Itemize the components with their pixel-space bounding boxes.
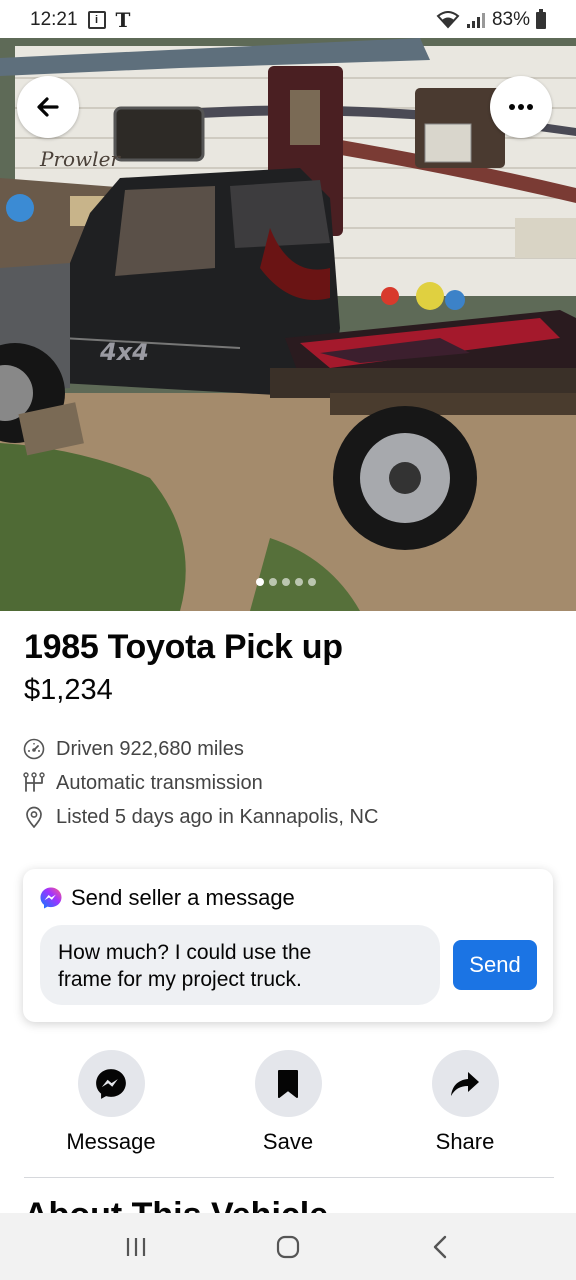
trailer-brand-text: Prowler	[39, 147, 121, 171]
send-seller-message-card: Send seller a message How much? I could …	[23, 869, 553, 1022]
listing-title: 1985 Toyota Pick up	[24, 628, 343, 666]
message-input-line: How much? I could use the	[58, 941, 312, 964]
bookmark-icon	[278, 1069, 298, 1098]
section-divider	[24, 1177, 554, 1178]
location-pin-icon	[22, 805, 46, 829]
more-dots-icon	[509, 104, 533, 110]
gearshift-icon	[22, 771, 46, 795]
action-label: Share	[435, 1129, 495, 1154]
truck-photo-image: Prowler 4x4	[0, 38, 576, 611]
battery-percent: 83%	[491, 9, 530, 30]
messenger-icon	[96, 1068, 126, 1099]
send-button[interactable]: Send	[453, 940, 537, 990]
t-mobile-icon: T	[115, 8, 131, 32]
home-icon	[276, 1235, 300, 1258]
message-card-heading: Send seller a message	[71, 885, 295, 910]
pager-dot[interactable]	[308, 578, 316, 586]
chevron-left-icon	[433, 1235, 447, 1258]
pager-dot[interactable]	[282, 578, 290, 586]
action-row: Message Save Share	[0, 1050, 576, 1160]
wifi-icon	[436, 11, 460, 29]
detail-transmission: Automatic transmission	[22, 766, 378, 800]
save-action-circle[interactable]	[254, 1050, 322, 1117]
back-button[interactable]	[17, 76, 79, 138]
share-action[interactable]: Share	[395, 1050, 535, 1155]
listing-details: Driven 922,680 miles Automatic transmiss…	[22, 732, 378, 834]
pager-dot[interactable]	[295, 578, 303, 586]
action-label: Save	[262, 1129, 314, 1154]
more-options-button[interactable]	[490, 76, 552, 138]
share-icon	[451, 1071, 479, 1096]
system-navigation-bar	[0, 1213, 576, 1280]
home-button[interactable]	[258, 1217, 318, 1277]
recent-apps-button[interactable]	[106, 1217, 166, 1277]
status-right: 83%	[436, 8, 546, 31]
message-card-header: Send seller a message	[39, 885, 295, 911]
speedometer-icon	[22, 737, 46, 761]
message-input[interactable]: How much? I could use the frame for my p…	[40, 925, 440, 1005]
message-input-line: frame for my project truck.	[58, 968, 302, 991]
share-action-circle[interactable]	[431, 1050, 499, 1117]
system-back-button[interactable]	[410, 1217, 470, 1277]
message-action-circle[interactable]	[77, 1050, 145, 1117]
sim-icon: i	[87, 11, 106, 29]
recent-apps-icon	[126, 1237, 146, 1256]
photo-pager-dots	[256, 578, 316, 586]
detail-location[interactable]: Listed 5 days ago in Kannapolis, NC	[22, 800, 378, 834]
action-label: Message	[66, 1129, 156, 1154]
pager-dot[interactable]	[256, 578, 264, 586]
detail-text: Automatic transmission	[56, 771, 263, 794]
save-action[interactable]: Save	[218, 1050, 358, 1155]
detail-text: Listed 5 days ago in Kannapolis, NC	[56, 805, 379, 828]
status-bar: 12:21 i T 83%	[0, 0, 576, 40]
listing-price: $1,234	[24, 674, 113, 706]
message-action[interactable]: Message	[41, 1050, 181, 1155]
detail-mileage: Driven 922,680 miles	[22, 732, 378, 766]
signal-icon	[466, 13, 485, 28]
listing-photo[interactable]: Prowler 4x4	[0, 38, 576, 611]
status-left: 12:21 i T	[30, 8, 130, 32]
messenger-icon	[40, 887, 62, 909]
battery-icon	[536, 8, 546, 29]
pager-dot[interactable]	[269, 578, 277, 586]
status-time: 12:21	[30, 9, 78, 30]
back-arrow-icon	[37, 97, 59, 117]
detail-text: Driven 922,680 miles	[56, 737, 244, 760]
